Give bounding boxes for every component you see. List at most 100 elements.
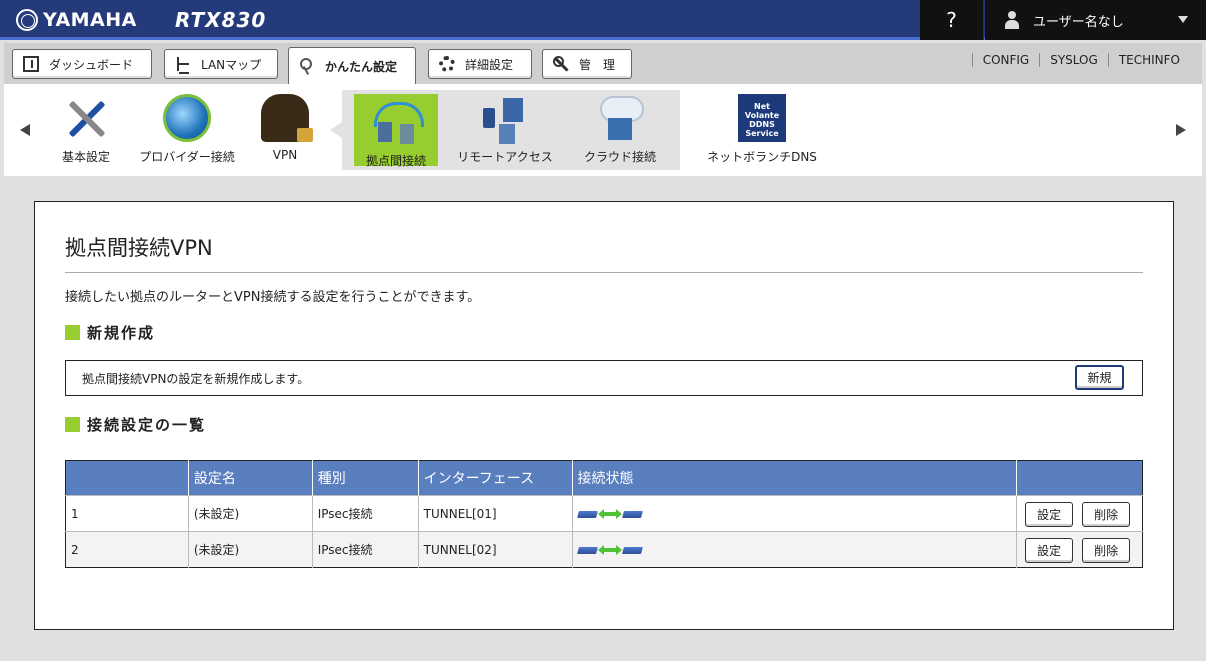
row-type: IPsec接続	[312, 495, 419, 532]
yamaha-logo: YAMAHA	[16, 9, 137, 31]
table-row: 2 (未設定) IPsec接続 TUNNEL[02] 設定 削除	[65, 531, 1143, 568]
feature-icon-strip: 基本設定 プロバイダー接続 VPN 拠点間接続 リモートアクセス クラウド接続 …	[4, 84, 1202, 176]
main-tab-bar: ダッシュボード LANマップ かんたん設定 詳細設定 管 理 CONFIG SY…	[4, 43, 1202, 84]
row-number: 1	[65, 495, 189, 532]
section-marker-icon	[65, 325, 80, 340]
ddns-icon: Net Volante DDNS Service	[738, 94, 786, 142]
remote-access-icon	[481, 94, 529, 142]
page-title: 拠点間接続VPN	[65, 236, 213, 260]
strip-item-cloud[interactable]: クラウド接続	[578, 94, 662, 165]
router-icon	[621, 510, 643, 518]
content-panel: 拠点間接続VPN 接続したい拠点のルーターとVPN接続する設定を行うことができま…	[34, 201, 1174, 630]
tab-management[interactable]: 管 理	[542, 49, 632, 79]
strip-item-label: ネットボランチDNS	[707, 150, 817, 164]
strip-item-label: 拠点間接続	[365, 154, 426, 168]
user-name: ユーザー名なし	[1033, 14, 1124, 30]
strip-item-provider[interactable]: プロバイダー接続	[134, 94, 240, 165]
row-status	[572, 531, 1018, 568]
strip-item-remote-access[interactable]: リモートアクセス	[452, 94, 558, 165]
tab-lan-map[interactable]: LANマップ	[164, 49, 278, 79]
router-icon	[621, 546, 643, 554]
ddns-logo-text: Volante	[744, 111, 780, 120]
tab-easy-settings[interactable]: かんたん設定	[288, 47, 416, 84]
col-header-name: 設定名	[188, 460, 313, 496]
user-icon	[1005, 11, 1019, 29]
list-section-heading: 接続設定の一覧	[65, 414, 206, 435]
col-header-actions	[1016, 460, 1143, 496]
config-link[interactable]: CONFIG	[971, 53, 1040, 67]
group-pointer	[330, 122, 342, 138]
col-header-interface: インターフェース	[418, 460, 573, 496]
strip-item-basic-settings[interactable]: 基本設定	[54, 94, 118, 165]
connection-table: 設定名 種別 インターフェース 接続状態 1 (未設定) IPsec接続 TUN…	[65, 460, 1143, 568]
ddns-logo-text: Service	[745, 129, 779, 138]
col-header-status: 接続状態	[572, 460, 1018, 496]
dashboard-icon	[23, 56, 39, 72]
tab-label: 管 理	[579, 57, 616, 72]
tab-advanced-settings[interactable]: 詳細設定	[428, 49, 532, 79]
scroll-right-icon[interactable]	[1176, 124, 1186, 136]
bidirectional-arrow-icon	[597, 509, 622, 519]
strip-item-label: VPN	[272, 148, 298, 162]
tab-dashboard[interactable]: ダッシュボード	[12, 49, 152, 79]
strip-item-label: リモートアクセス	[457, 150, 553, 164]
yamaha-emblem-icon	[16, 9, 38, 31]
section-marker-icon	[65, 417, 80, 432]
chevron-down-icon	[1178, 16, 1188, 23]
page-description: 接続したい拠点のルーターとVPN接続する設定を行うことができます。	[65, 290, 481, 305]
ddns-logo-text: Net	[754, 102, 770, 111]
utility-links: CONFIG SYSLOG TECHINFO	[971, 53, 1190, 67]
row-actions: 設定 削除	[1016, 495, 1143, 532]
delete-button[interactable]: 削除	[1082, 502, 1131, 527]
tab-label: LANマップ	[201, 57, 262, 72]
strip-item-vpn[interactable]: VPN	[260, 94, 313, 162]
row-number: 2	[65, 531, 189, 568]
globe-icon	[163, 94, 211, 142]
table-header-row: 設定名 種別 インターフェース 接続状態	[65, 460, 1143, 496]
row-name: (未設定)	[188, 531, 313, 568]
wrench-icon	[553, 56, 569, 72]
user-menu[interactable]: ユーザー名なし	[985, 0, 1206, 40]
table-row: 1 (未設定) IPsec接続 TUNNEL[01] 設定 削除	[65, 495, 1143, 532]
row-interface: TUNNEL[02]	[418, 531, 573, 568]
row-status	[572, 495, 1018, 532]
router-icon	[576, 546, 598, 554]
techinfo-link[interactable]: TECHINFO	[1107, 53, 1190, 67]
tab-label: ダッシュボード	[49, 57, 134, 72]
tab-label: かんたん設定	[325, 59, 398, 74]
col-header-no	[65, 460, 189, 496]
strip-item-netvolante-dns[interactable]: Net Volante DDNS Service ネットボランチDNS	[700, 94, 824, 165]
connection-status-icon	[576, 509, 643, 519]
brand-name: YAMAHA	[43, 9, 137, 31]
site-link-icon	[372, 98, 424, 146]
delete-button[interactable]: 削除	[1082, 538, 1131, 563]
strip-item-label: 基本設定	[61, 150, 110, 164]
gear-icon	[439, 56, 455, 72]
tools-icon	[62, 94, 110, 142]
new-button[interactable]: 新規	[1075, 365, 1124, 390]
connection-status-icon	[576, 545, 643, 555]
row-interface: TUNNEL[01]	[418, 495, 573, 532]
top-header: YAMAHA RTX830 ? ユーザー名なし	[0, 0, 1206, 40]
model-name: RTX830	[175, 8, 267, 32]
router-icon	[576, 510, 598, 518]
strip-item-label: プロバイダー接続	[139, 150, 235, 164]
scroll-left-icon[interactable]	[20, 124, 30, 136]
row-name: (未設定)	[188, 495, 313, 532]
lan-map-icon	[175, 56, 191, 74]
help-button[interactable]: ?	[920, 0, 984, 40]
edit-button[interactable]: 設定	[1025, 502, 1074, 527]
strip-item-label: クラウド接続	[583, 150, 656, 164]
row-type: IPsec接続	[312, 531, 419, 568]
edit-button[interactable]: 設定	[1025, 538, 1074, 563]
help-icon: ?	[946, 8, 957, 32]
new-config-text: 拠点間接続VPNの設定を新規作成します。	[82, 371, 310, 386]
strip-item-site-to-site[interactable]: 拠点間接続	[354, 94, 438, 168]
syslog-link[interactable]: SYSLOG	[1039, 53, 1108, 67]
col-header-type: 種別	[312, 460, 419, 496]
tab-label: 詳細設定	[465, 57, 514, 72]
section-title: 接続設定の一覧	[87, 416, 207, 434]
vpn-icon	[261, 94, 313, 142]
section-title: 新規作成	[87, 324, 156, 342]
new-section-heading: 新規作成	[65, 322, 155, 343]
